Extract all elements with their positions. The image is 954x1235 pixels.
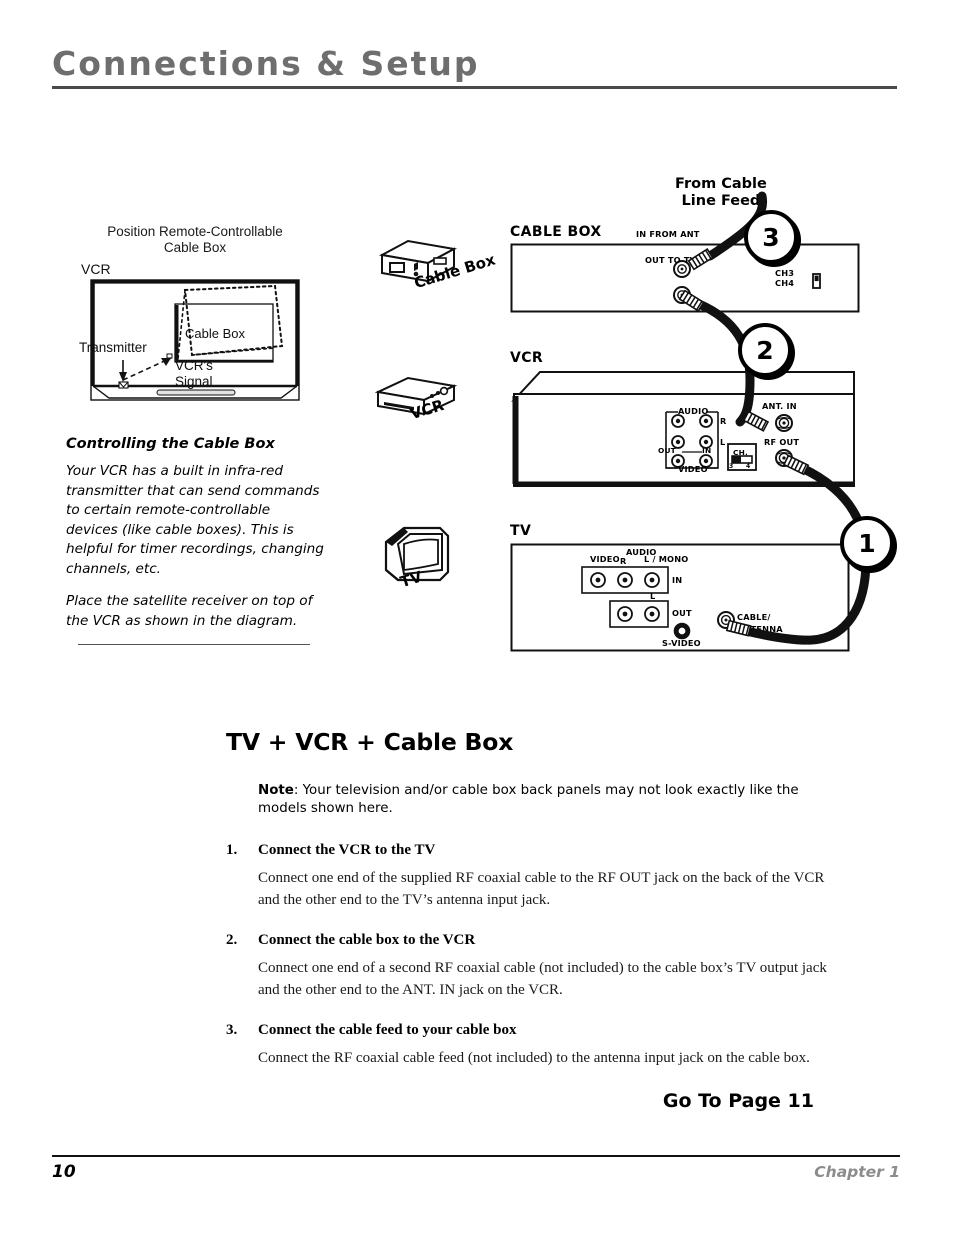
vcr-audio-label: AUDIO bbox=[678, 406, 709, 416]
cable-antenna-jack bbox=[717, 611, 735, 629]
vcr-icon-group: VCR bbox=[368, 370, 460, 431]
tv-out-label: OUT bbox=[672, 608, 692, 618]
vcr-back-panel bbox=[511, 371, 855, 487]
tv-l-label: L bbox=[650, 591, 656, 601]
chapter-label: Chapter 1 bbox=[814, 1163, 900, 1181]
tv-in-label: IN bbox=[672, 575, 683, 585]
step-1-body: Connect one end of the supplied RF coaxi… bbox=[258, 870, 825, 908]
step-3-number: 3. bbox=[226, 1022, 238, 1038]
vcr-r-label: R bbox=[720, 416, 727, 426]
cable-box-icon-group: Cable Box bbox=[368, 235, 497, 302]
cable-feed-label-line1: From Cable bbox=[675, 176, 767, 192]
out-to-tv-jack bbox=[673, 286, 691, 304]
cable-box-panel-title: CABLE BOX bbox=[510, 224, 602, 240]
page-number: 10 bbox=[52, 1162, 76, 1182]
step-2-title: Connect the cable box to the VCR bbox=[258, 932, 476, 948]
cable-antenna-label-1: CABLE/ bbox=[737, 612, 771, 622]
main-content: TV + VCR + Cable Box Note: Your televisi… bbox=[226, 728, 846, 1112]
s-video-jack bbox=[673, 622, 691, 640]
footer-rule bbox=[52, 1155, 900, 1157]
position-diagram-caption: Position Remote-Controllable Cable Box bbox=[64, 224, 326, 256]
page-title: Connections & Setup bbox=[52, 44, 480, 83]
step-2: 2. Connect the cable box to the VCR Conn… bbox=[226, 932, 846, 1001]
vcr-topview-svg: VCR Cable Box Transmitter VCR's Signal bbox=[79, 261, 300, 401]
sidebar-paragraph-1: Your VCR has a built in infra-red transm… bbox=[66, 463, 324, 577]
vcr-topview-label: VCR bbox=[81, 262, 111, 277]
cable-feed-label: From Cable Line Feed bbox=[675, 176, 767, 210]
step-3-title: Connect the cable feed to your cable box bbox=[258, 1022, 517, 1038]
step-3-body: Connect the RF coaxial cable feed (not i… bbox=[258, 1050, 810, 1066]
vcr-out-label: OUT bbox=[658, 446, 676, 455]
ant-in-jack bbox=[775, 414, 793, 432]
step-3: 3. Connect the cable feed to your cable … bbox=[226, 1022, 846, 1069]
cable-feed-label-line2: Line Feed bbox=[681, 193, 761, 209]
ch4-label: CH4 bbox=[775, 278, 795, 288]
sidebar-divider bbox=[78, 644, 310, 645]
step-2-body: Connect one end of a second RF coaxial c… bbox=[258, 960, 827, 998]
tv-icon-group: TV bbox=[378, 522, 458, 599]
header-rule bbox=[52, 86, 897, 89]
rf-out-jack bbox=[775, 449, 793, 467]
vcr-ch-label: CH. bbox=[733, 448, 749, 457]
note-label: Note bbox=[258, 783, 294, 798]
callout-2[interactable]: 2 bbox=[738, 323, 792, 377]
vcr-topview-diagram: VCR Cable Box Transmitter VCR's Signal bbox=[79, 261, 311, 414]
vcr-ch4-label: 4 bbox=[746, 463, 751, 470]
ant-in-label: ANT. IN bbox=[762, 401, 797, 411]
go-to-page-link[interactable]: Go To Page 11 bbox=[226, 1090, 814, 1112]
tv-in-jacks bbox=[590, 572, 660, 588]
callout-3[interactable]: 3 bbox=[744, 210, 798, 264]
vcr-in-label: IN bbox=[702, 446, 712, 455]
transmitter-label: Transmitter bbox=[79, 340, 147, 355]
step-1-title: Connect the VCR to the TV bbox=[258, 842, 436, 858]
vcr-ch3-label: 3 bbox=[729, 463, 734, 470]
caption-line-1: Position Remote-Controllable bbox=[107, 224, 283, 239]
sidebar-heading: Controlling the Cable Box bbox=[66, 436, 275, 452]
sidebar-column: Position Remote-Controllable Cable Box V… bbox=[64, 224, 326, 645]
page-footer: 10 Chapter 1 bbox=[52, 1155, 900, 1182]
step-2-number: 2. bbox=[226, 932, 238, 948]
vcr-panel-title: VCR bbox=[510, 350, 544, 366]
s-video-label: S-VIDEO bbox=[662, 638, 701, 648]
vcr-signal-label-2: Signal bbox=[175, 374, 213, 389]
step-1: 1. Connect the VCR to the TV Connect one… bbox=[226, 842, 846, 911]
device-icon-column: Cable Box VCR TV bbox=[360, 235, 497, 635]
vcr-video-label: VIDEO bbox=[678, 464, 708, 474]
cable-box-topview-label: Cable Box bbox=[185, 326, 245, 341]
sidebar-paragraph-2: Place the satellite receiver on top of t… bbox=[66, 593, 313, 629]
manual-page: Connections & Setup Position Remote-Cont… bbox=[0, 0, 954, 1235]
tv-l-mono-label: L / MONO bbox=[644, 554, 689, 564]
section-heading: TV + VCR + Cable Box bbox=[226, 728, 514, 756]
tv-r-label: R bbox=[620, 556, 627, 566]
page-header: Connections & Setup bbox=[52, 44, 900, 89]
vcr-l-label: L bbox=[720, 437, 726, 447]
cable-antenna-label-2: ANTENNA bbox=[737, 624, 783, 634]
tv-video-label: VIDEO bbox=[590, 554, 620, 564]
rf-out-label: RF OUT bbox=[764, 437, 800, 447]
tv-panel-title: TV bbox=[510, 523, 532, 539]
callout-1[interactable]: 1 bbox=[840, 516, 894, 570]
note-text: : Your television and/or cable box back … bbox=[258, 783, 799, 816]
cable-box-back-panel bbox=[510, 243, 860, 313]
ch3-label: CH3 bbox=[775, 268, 795, 278]
step-1-number: 1. bbox=[226, 842, 238, 858]
note-paragraph: Note: Your television and/or cable box b… bbox=[258, 782, 818, 818]
vcr-signal-label-1: VCR's bbox=[175, 358, 213, 373]
caption-line-2: Cable Box bbox=[163, 240, 227, 255]
wiring-diagram: From Cable Line Feed CABLE BOX VCR TV IN… bbox=[500, 168, 930, 678]
in-from-ant-label: IN FROM ANT bbox=[636, 229, 700, 239]
out-to-tv-label: OUT TO TV bbox=[645, 255, 697, 265]
ch3-ch4-switch bbox=[812, 273, 821, 289]
